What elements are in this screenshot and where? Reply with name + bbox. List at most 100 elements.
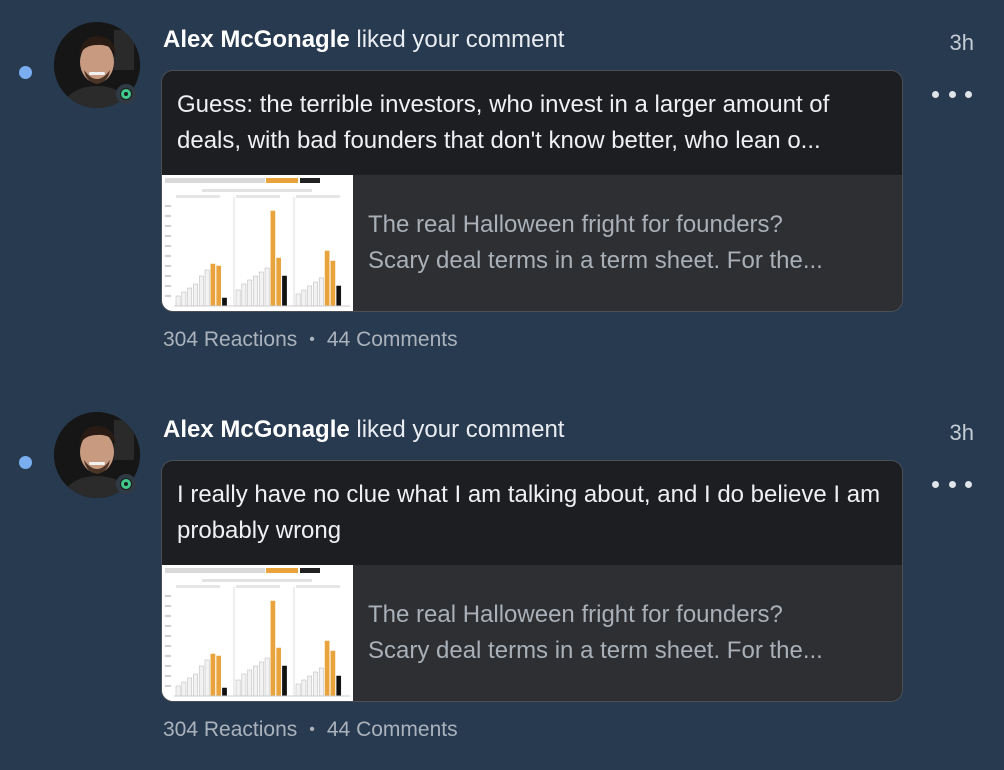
thumb-bar [216,655,222,697]
engagement-stats: 304 Reactions • 44 Comments [163,718,458,742]
thumb-bar [313,671,318,697]
timestamp: 3h [949,30,974,55]
thumb-bar [282,275,287,307]
reactions-link[interactable]: 304 Reactions [163,328,297,351]
thumb-bar [210,653,216,697]
thumb-bar [295,293,301,307]
online-status-icon [116,84,136,104]
thumb-header-highlight [266,568,298,573]
thumb-subtitle-bar [202,579,312,582]
reactions-link[interactable]: 304 Reactions [163,718,297,741]
thumb-bar [330,650,336,697]
thumb-bar [253,275,258,307]
post-preview[interactable]: The real Halloween fright for founders? … [162,175,902,311]
thumb-bar [181,681,187,697]
thumb-header-bar [165,568,265,573]
thumb-bar [270,600,276,697]
thumb-bar [222,297,227,307]
thumb-bar [282,665,287,697]
thumb-bar [198,665,204,697]
comment-box[interactable]: I really have no clue what I am talking … [162,461,902,565]
thumb-tick-label [165,205,171,207]
thumb-bar [318,277,324,307]
timestamp: 3h [949,420,974,445]
actor-name[interactable]: Alex McGonagle [163,26,350,53]
thumb-bar [264,657,270,697]
thumb-tick-label [165,255,171,257]
thumb-panel-title [236,585,280,588]
notification-item[interactable]: Alex McGonagle liked your comment 3h Gue… [0,0,1004,360]
comments-link[interactable]: 44 Comments [327,328,458,351]
thumb-bar [330,260,336,307]
thumb-bar [301,679,307,697]
thumb-bar [204,269,210,307]
thumb-tick-label [165,215,171,217]
post-line-2: Scary deal terms in a term sheet. For th… [368,247,823,274]
thumb-bar [247,669,253,697]
thumb-bar [336,285,342,307]
thumb-tick-label [165,295,171,297]
thumb-panel-title [296,585,340,588]
post-preview[interactable]: The real Halloween fright for founders? … [162,565,902,701]
thumb-tick-label [165,645,171,647]
thumb-tick-label [165,285,171,287]
thumb-tick-label [165,615,171,617]
separator: • [309,331,315,348]
thumb-tick-label [165,635,171,637]
post-thumbnail[interactable] [162,175,353,311]
engagement-stats: 304 Reactions • 44 Comments [163,328,458,352]
thumb-tick-label [165,685,171,687]
thumb-bar [301,289,307,307]
notification-headline[interactable]: Alex McGonagle liked your comment [163,26,564,54]
thumb-bar [181,291,187,307]
notification-headline[interactable]: Alex McGonagle liked your comment [163,416,564,444]
comments-link[interactable]: 44 Comments [327,718,458,741]
thumb-bar [175,295,181,307]
thumb-bar [313,281,318,307]
actor-name[interactable]: Alex McGonagle [163,416,350,443]
dot-icon [948,90,956,98]
dot-icon [965,90,972,98]
thumb-bar [264,267,270,307]
thumb-subtitle-bar [202,189,312,192]
thumb-bar [336,675,342,697]
thumb-header-dark [300,178,320,183]
more-options-icon[interactable] [932,84,972,104]
thumb-bar [276,647,282,697]
thumb-bar [324,250,330,307]
thumb-tick-label [165,655,171,657]
unread-dot-icon [19,456,32,469]
post-thumbnail[interactable] [162,565,353,701]
notification-item[interactable]: Alex McGonagle liked your comment 3h I r… [0,390,1004,750]
thumb-bar [235,679,241,697]
thumb-header-dark [300,568,320,573]
post-preview-text: The real Halloween fright for founders? … [368,597,872,669]
thumb-tick-label [165,225,171,227]
thumb-bar [270,210,276,307]
comment-card[interactable]: I really have no clue what I am talking … [161,460,903,702]
comment-box[interactable]: Guess: the terrible investors, who inves… [162,71,902,175]
thumb-tick-label [165,265,171,267]
post-line-1: The real Halloween fright for founders? [368,601,783,628]
thumb-tick-label [165,235,171,237]
thumb-bar [193,283,198,307]
thumb-bar [253,665,258,697]
thumb-header-highlight [266,178,298,183]
chart-thumbnail-image [162,565,353,701]
thumb-bar [258,271,264,307]
more-options-icon[interactable] [932,474,972,494]
thumb-panel-title [236,195,280,198]
notification-feed: Alex McGonagle liked your comment 3h Gue… [0,0,1004,770]
unread-dot-icon [19,66,32,79]
thumb-bar [198,275,204,307]
dot-icon [965,480,972,488]
comment-card[interactable]: Guess: the terrible investors, who inves… [161,70,903,312]
dot-icon [932,480,939,488]
thumb-bar [295,683,301,697]
action-text: liked your comment [349,416,565,443]
thumb-bar [241,283,247,307]
thumb-bar [187,677,193,697]
thumb-bar [276,257,282,307]
thumb-tick-label [165,275,171,277]
thumb-bar [222,687,227,697]
